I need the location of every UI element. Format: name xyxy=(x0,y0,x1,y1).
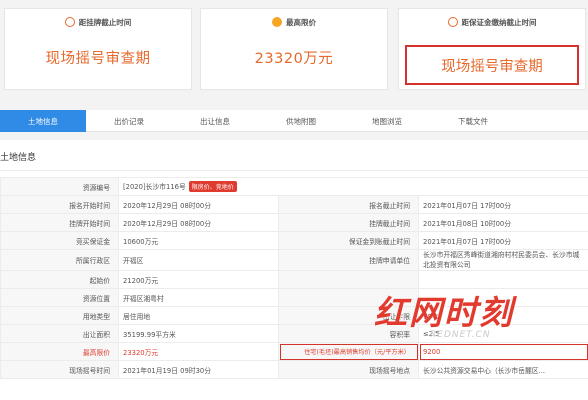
row-label: 起始价 xyxy=(0,270,119,290)
row-value: 9200 xyxy=(417,342,588,362)
table-row: 用地类型 居住用地 出让年限 70年 xyxy=(0,306,588,326)
row-value: 长沙公共资源交易中心（长沙市岳麓区... xyxy=(417,360,588,380)
clock-icon xyxy=(447,17,458,27)
row-label: 保证金到账截止时间 xyxy=(278,231,419,250)
divider xyxy=(0,170,588,171)
deadline-card: 距挂牌截止时间 现场摇号审查期 xyxy=(4,8,192,90)
row-value: 2021年01月07日 17时00分 xyxy=(417,231,588,250)
row-value: 2021年01月19日 09时30分 xyxy=(118,360,279,380)
land-info-section: 土地信息 资源编号 [2020]长沙市116号 限房价、竞地价 报名开始时间 20… xyxy=(0,140,588,400)
tab-map-browse[interactable]: 地图浏览 xyxy=(344,110,430,132)
card-value: 23320万元 xyxy=(254,51,334,67)
table-row: 出让面积 35199.99平方米 容积率 ≤2.5 xyxy=(0,324,588,344)
row-value: 10600万元 xyxy=(118,231,279,250)
status-badge: 限房价、竞地价 xyxy=(188,181,237,192)
row-label: 现场摇号时间 xyxy=(0,360,119,380)
row-value: 开福区湘粤村 xyxy=(118,288,279,308)
row-value: 长沙市开福区秀峰街道湘府村村民委员会、长沙市城北投资有限公司 xyxy=(417,248,588,272)
row-label: 报名开始时间 xyxy=(0,195,119,214)
row-value: 开福区 xyxy=(118,248,279,272)
row-label: 挂牌申请单位 xyxy=(278,248,419,272)
tab-bar: 土地信息 出价记录 出让信息 供地附图 地图浏览 下载文件 xyxy=(0,110,588,132)
row-value: ≤2.5 xyxy=(417,324,588,344)
card-label: 距保证金缴纳截止时间 xyxy=(461,17,537,27)
row-value: 2021年01月08日 10时00分 xyxy=(417,213,588,232)
table-row: 资源位置 开福区湘粤村 xyxy=(0,288,588,308)
table-row: 最高限价 23320万元 住宅(毛坯)最高销售均价（元/平方米） 9200 xyxy=(0,342,588,362)
row-value: 21200万元 xyxy=(118,270,279,290)
section-title: 土地信息 xyxy=(0,153,37,163)
card-label: 距挂牌截止时间 xyxy=(78,17,132,27)
table-row: 资源编号 [2020]长沙市116号 限房价、竞地价 xyxy=(0,177,588,196)
money-icon xyxy=(272,17,282,27)
table-row: 起始价 21200万元 xyxy=(0,270,588,290)
table-row: 挂牌开始时间 2020年12月29日 08时00分 挂牌截止时间 2021年01… xyxy=(0,213,588,232)
row-label: 资源位置 xyxy=(0,288,119,308)
land-info-table: 资源编号 [2020]长沙市116号 限房价、竞地价 报名开始时间 2020年12… xyxy=(0,177,588,380)
tab-transfer-info[interactable]: 出让信息 xyxy=(172,110,258,132)
row-label: 资源编号 xyxy=(0,177,119,196)
row-value: 70年 xyxy=(417,306,588,326)
row-label: 现场摇号地点 xyxy=(278,360,419,380)
row-label: 所属行政区 xyxy=(0,248,119,272)
card-value: 现场摇号审查期 xyxy=(45,51,151,67)
row-value: 2021年01月07日 17时00分 xyxy=(417,195,588,214)
summary-cards: 距挂牌截止时间 现场摇号审查期 最高限价 23320万元 距保证金缴纳截止时间 … xyxy=(0,0,588,96)
tab-bid-records[interactable]: 出价记录 xyxy=(86,110,172,132)
row-value: 23320万元 xyxy=(118,342,279,362)
tab-download[interactable]: 下载文件 xyxy=(430,110,516,132)
card-label: 最高限价 xyxy=(286,17,316,27)
tab-land-info[interactable]: 土地信息 xyxy=(0,110,86,132)
row-label: 用地类型 xyxy=(0,306,119,326)
row-label: 报名截止时间 xyxy=(278,195,419,214)
row-value: 2020年12月29日 08时00分 xyxy=(118,213,279,232)
row-label: 出让年限 xyxy=(278,306,419,326)
row-label: 出让面积 xyxy=(0,324,119,344)
row-value: 居住用地 xyxy=(118,306,279,326)
row-label: 挂牌开始时间 xyxy=(0,213,119,232)
resource-id: [2020]长沙市116号 xyxy=(123,183,186,191)
tab-land-maps[interactable]: 供地附图 xyxy=(258,110,344,132)
table-row: 所属行政区 开福区 挂牌申请单位 长沙市开福区秀峰街道湘府村村民委员会、长沙市城… xyxy=(0,248,588,272)
row-label: 容积率 xyxy=(278,324,419,344)
card-value: 现场摇号审查期 xyxy=(405,45,579,85)
max-price-card: 最高限价 23320万元 xyxy=(200,8,388,90)
table-row: 竞买保证金 10600万元 保证金到账截止时间 2021年01月07日 17时0… xyxy=(0,231,588,250)
table-row: 报名开始时间 2020年12月29日 08时00分 报名截止时间 2021年01… xyxy=(0,195,588,214)
clock-icon xyxy=(64,17,75,27)
deposit-deadline-card: 距保证金缴纳截止时间 现场摇号审查期 xyxy=(398,8,586,90)
row-label: 住宅(毛坯)最高销售均价（元/平方米） xyxy=(278,342,419,362)
row-label: 挂牌截止时间 xyxy=(278,213,419,232)
row-value: 2020年12月29日 08时00分 xyxy=(118,195,279,214)
row-label: 最高限价 xyxy=(0,342,119,362)
row-value: 35199.99平方米 xyxy=(118,324,279,344)
table-row: 现场摇号时间 2021年01月19日 09时30分 现场摇号地点 长沙公共资源交… xyxy=(0,360,588,380)
row-label: 竞买保证金 xyxy=(0,231,119,250)
